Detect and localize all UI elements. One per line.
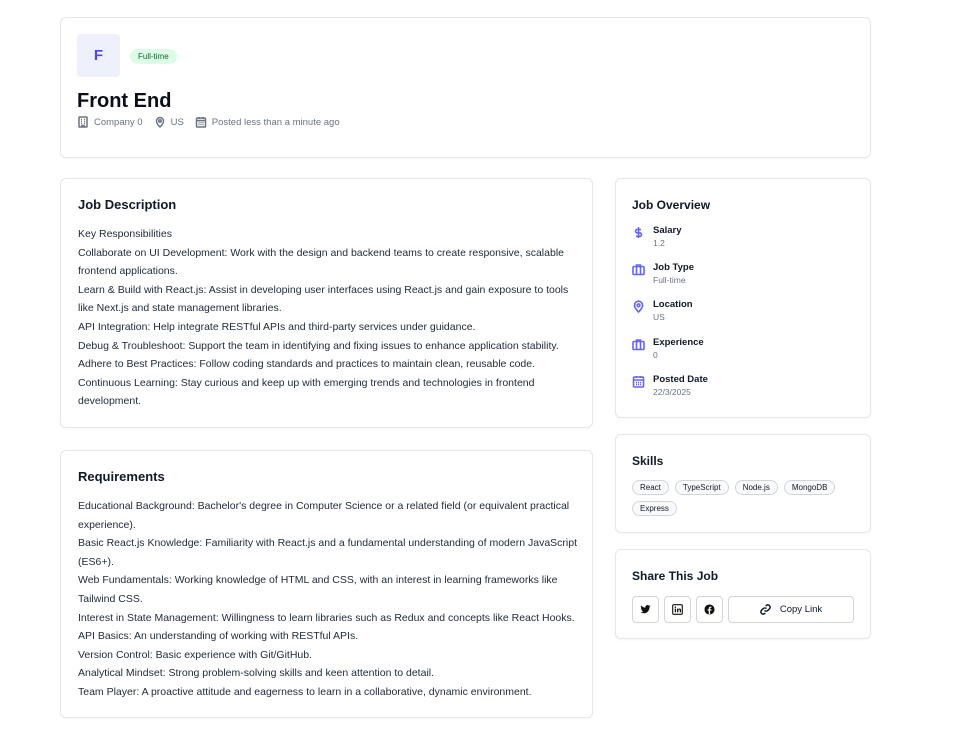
skills-list: React TypeScript Node.js MongoDB Express bbox=[632, 480, 857, 522]
requirement-line: Analytical Mindset: Strong problem-solvi… bbox=[78, 667, 435, 680]
requirement-line: Interest in State Management: Willingnes… bbox=[78, 611, 575, 624]
skills-title: Skills bbox=[632, 454, 664, 468]
share-buttons: Copy Link bbox=[632, 596, 854, 623]
location-text: US bbox=[170, 116, 184, 128]
overview-posted-date: Posted Date 22/3/2025 bbox=[632, 374, 708, 399]
skill-tag: React bbox=[632, 480, 669, 495]
calendar-icon bbox=[195, 117, 207, 128]
calendar-icon bbox=[632, 376, 645, 388]
description-line: Debug & Troubleshoot: Support the team i… bbox=[78, 339, 559, 352]
overview-value: Full-time bbox=[653, 275, 686, 285]
overview-value: 22/3/2025 bbox=[653, 387, 691, 397]
job-header-card: F Full-time Front End Company 0 US Poste… bbox=[60, 17, 871, 158]
skill-tag: Node.js bbox=[734, 480, 778, 495]
copy-link-button[interactable]: Copy Link bbox=[728, 596, 854, 623]
briefcase-icon bbox=[632, 264, 645, 276]
link-icon bbox=[760, 604, 771, 615]
facebook-icon bbox=[704, 604, 715, 615]
job-overview-card: Job Overview Salary 1.2 Job Type Full-ti… bbox=[615, 178, 871, 418]
dollar-icon bbox=[634, 227, 643, 238]
requirements-card: Requirements Educational Background: Bac… bbox=[60, 450, 593, 718]
map-pin-icon bbox=[155, 116, 164, 128]
meta-location: US bbox=[154, 116, 184, 128]
requirement-line: Basic React.js Knowledge: Familiarity wi… bbox=[78, 537, 578, 568]
requirement-line: API Basics: An understanding of working … bbox=[78, 630, 359, 643]
requirement-line: Team Player: A proactive attitude and ea… bbox=[78, 685, 532, 698]
share-facebook-button[interactable] bbox=[696, 596, 723, 623]
share-linkedin-button[interactable] bbox=[664, 596, 691, 623]
skill-tag: TypeScript bbox=[674, 480, 729, 495]
overview-value: 1.2 bbox=[653, 238, 665, 248]
overview-experience: Experience 0 bbox=[632, 337, 704, 362]
meta-company: Company 0 bbox=[77, 116, 143, 128]
description-text: Key Responsibilities Collaborate on UI D… bbox=[78, 225, 578, 411]
overview-location: Location US bbox=[632, 299, 693, 324]
description-line: Key Responsibilities bbox=[78, 228, 172, 240]
overview-value: US bbox=[653, 312, 665, 322]
twitter-icon bbox=[640, 605, 651, 614]
requirements-text: Educational Background: Bachelor's degre… bbox=[78, 497, 578, 702]
overview-job-type: Job Type Full-time bbox=[632, 262, 694, 287]
overview-title: Job Overview bbox=[632, 198, 711, 212]
job-type-badge: Full-time bbox=[130, 49, 177, 64]
requirement-line: Web Fundamentals: Working knowledge of H… bbox=[78, 574, 558, 605]
building-icon bbox=[78, 116, 88, 128]
skill-tag: MongoDB bbox=[783, 480, 836, 495]
description-title: Job Description bbox=[78, 197, 177, 212]
overview-label: Experience bbox=[653, 337, 704, 348]
overview-salary: Salary 1.2 bbox=[632, 225, 682, 250]
skills-card: Skills React TypeScript Node.js MongoDB … bbox=[615, 434, 871, 533]
overview-label: Job Type bbox=[653, 262, 694, 273]
description-line: Collaborate on UI Development: Work with… bbox=[78, 246, 564, 278]
requirement-line: Educational Background: Bachelor's degre… bbox=[78, 500, 570, 531]
map-pin-icon bbox=[633, 300, 644, 313]
linkedin-icon bbox=[672, 604, 683, 615]
company-logo: F bbox=[77, 34, 120, 77]
description-line: Continuous Learning: Stay curious and ke… bbox=[78, 376, 535, 408]
overview-label: Posted Date bbox=[653, 374, 708, 385]
share-twitter-button[interactable] bbox=[632, 596, 659, 623]
overview-label: Location bbox=[653, 299, 693, 310]
overview-label: Salary bbox=[653, 225, 682, 236]
briefcase-icon bbox=[632, 339, 645, 351]
posted-text: Posted less than a minute ago bbox=[211, 116, 340, 128]
description-line: Learn & Build with React.js: Assist in d… bbox=[78, 283, 569, 315]
skill-tag: Express bbox=[632, 501, 677, 516]
company-name: Company 0 bbox=[94, 116, 143, 128]
share-title: Share This Job bbox=[632, 569, 719, 583]
description-line: API Integration: Help integrate RESTful … bbox=[78, 320, 476, 333]
page-title: Front End bbox=[77, 90, 172, 112]
requirement-line: Version Control: Basic experience with G… bbox=[78, 648, 313, 661]
job-description-card: Job Description Key Responsibilities Col… bbox=[60, 178, 593, 428]
overview-value: 0 bbox=[653, 350, 658, 360]
share-card: Share This Job Copy Link bbox=[615, 549, 871, 639]
requirements-title: Requirements bbox=[78, 469, 165, 484]
copy-link-label: Copy Link bbox=[779, 604, 823, 615]
description-line: Adhere to Best Practices: Follow coding … bbox=[78, 358, 536, 371]
job-meta: Company 0 US Posted less than a minute a… bbox=[77, 116, 351, 128]
meta-posted: Posted less than a minute ago bbox=[195, 116, 340, 128]
